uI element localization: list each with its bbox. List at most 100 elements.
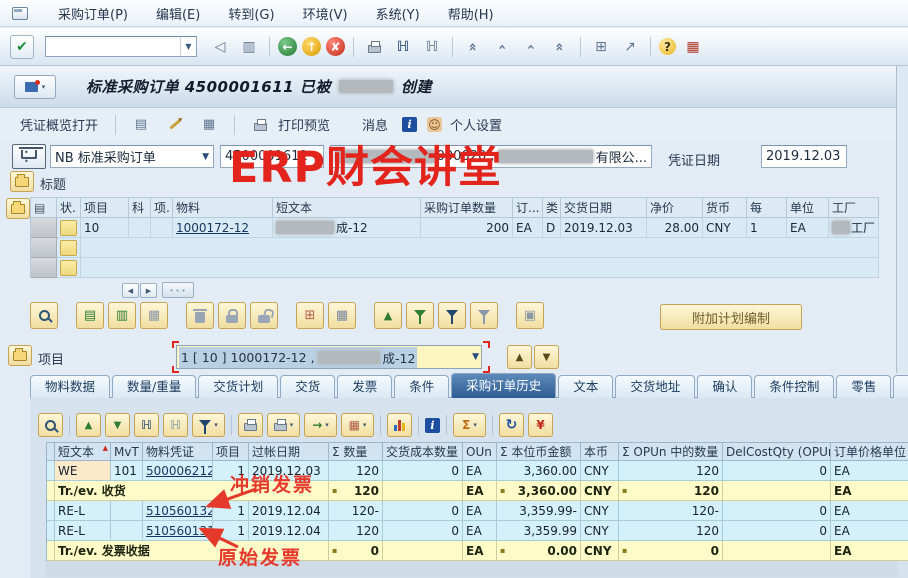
column-header[interactable]: 项.	[151, 197, 173, 218]
create-shortcut-button[interactable]: ↗	[618, 35, 642, 59]
previous-item-button[interactable]: ▲	[507, 345, 532, 369]
menu-help[interactable]: 帮助(H)	[448, 4, 494, 23]
status-icon[interactable]	[60, 240, 77, 256]
currency-button[interactable]: ¥	[528, 413, 553, 437]
choose-layout-button[interactable]: ▦▾	[341, 413, 374, 437]
column-header[interactable]: 类	[543, 197, 561, 218]
alv-column-header[interactable]: 本币	[581, 442, 619, 461]
tab-invoice[interactable]: 发票	[337, 375, 392, 398]
nav-back-button[interactable]: ←	[278, 37, 297, 56]
horizontal-scrollbar-thumb[interactable]: ∙∙∙	[162, 282, 194, 298]
services-button[interactable]: ▾	[14, 75, 56, 99]
cell-net-price[interactable]: 28.00	[647, 218, 703, 238]
cell-posting-date[interactable]: 2019.12.04	[249, 521, 329, 541]
cell-mvt[interactable]	[111, 501, 143, 521]
cell-item[interactable]: 10	[81, 218, 129, 238]
cell-del-cost-qty[interactable]: 0	[383, 461, 463, 481]
cell-short-text[interactable]: 成-12	[273, 218, 421, 238]
column-header[interactable]: 状.	[57, 197, 81, 218]
column-header[interactable]: 交货日期	[561, 197, 647, 218]
tab-spec[interactable]: Spec	[893, 375, 908, 398]
clipboard-button[interactable]: ▣	[516, 302, 544, 329]
menu-purchase-order[interactable]: 采购订单(P)	[58, 4, 128, 23]
graphic-button[interactable]	[387, 413, 412, 437]
customize-layout-button[interactable]: ▦	[681, 35, 705, 59]
item-doc2-button[interactable]: ▥	[108, 302, 136, 329]
menu-edit[interactable]: 编辑(E)	[156, 4, 200, 23]
other-document-button[interactable]: ▦	[197, 114, 221, 136]
cell-cat[interactable]: D	[543, 218, 561, 238]
save-button[interactable]: ▥	[237, 35, 261, 59]
help-button[interactable]: ?	[659, 38, 676, 55]
status-icon[interactable]	[60, 220, 77, 236]
tab-texts[interactable]: 文本	[558, 375, 613, 398]
tab-material-data[interactable]: 物料数据	[30, 375, 110, 398]
item-doc1-button[interactable]: ▤	[76, 302, 104, 329]
row-select-cell[interactable]	[31, 238, 57, 258]
cell-oun[interactable]: EA	[463, 461, 497, 481]
cell-material[interactable]: 1000172-12	[173, 218, 273, 238]
alv-column-header[interactable]: OUn	[463, 442, 497, 461]
additional-planning-button[interactable]: 附加计划编制	[660, 304, 802, 330]
cell-posting-date[interactable]: 2019.12.04	[249, 501, 329, 521]
menu-system[interactable]: 系统(Y)	[376, 4, 420, 23]
column-header[interactable]: 货币	[703, 197, 747, 218]
menu-goto[interactable]: 转到(G)	[228, 4, 274, 23]
tab-po-history[interactable]: 采购订单历史	[451, 373, 556, 398]
header-expand-button[interactable]	[10, 171, 34, 192]
column-header[interactable]: 订...	[513, 197, 543, 218]
column-header[interactable]: 每	[747, 197, 787, 218]
find-next-button[interactable]: ℍ	[420, 35, 444, 59]
alv-column-header[interactable]: 物料凭证	[143, 442, 213, 461]
order-type-select[interactable]: NB 标准采购订单 ▼	[50, 145, 214, 168]
tab-delivery-schedule[interactable]: 交货计划	[198, 375, 278, 398]
tab-confirmations[interactable]: 确认	[697, 375, 752, 398]
filter2-button[interactable]	[438, 302, 466, 329]
cell-oun[interactable]: EA	[463, 501, 497, 521]
subtotal-button[interactable]: Σ▾	[453, 413, 486, 437]
page-up-button[interactable]: ‹	[490, 35, 514, 59]
tab-retail[interactable]: 零售	[836, 375, 891, 398]
material-doc-link[interactable]: 5105601315	[146, 524, 213, 538]
status-cell[interactable]	[57, 238, 81, 258]
alv-column-header[interactable]: Σ 本位币金额	[497, 442, 581, 461]
lock-item-button[interactable]	[218, 302, 246, 329]
print-button[interactable]	[362, 35, 386, 59]
cell-opun-qty[interactable]: 120	[619, 461, 723, 481]
create-document-button[interactable]: ▤	[129, 114, 153, 136]
alv-details-button[interactable]	[38, 413, 63, 437]
material-doc-link[interactable]: 5000062124	[146, 464, 213, 478]
cell-amount[interactable]: 3,359.99	[497, 521, 581, 541]
window-menu-icon[interactable]	[12, 7, 28, 20]
status-cell[interactable]	[57, 258, 81, 278]
alv-column-header[interactable]: Σ OPUn 中的数量	[619, 442, 723, 461]
cell-del-cost-qty[interactable]: 0	[383, 501, 463, 521]
column-header[interactable]: 物料	[173, 197, 273, 218]
info-button[interactable]: i	[402, 117, 417, 132]
cell-oun[interactable]: EA	[463, 521, 497, 541]
alv-column-header[interactable]: 交货成本数量	[383, 442, 463, 461]
alv-column-header[interactable]: 过帐日期	[249, 442, 329, 461]
last-page-button[interactable]: »	[548, 35, 572, 59]
cell-delcost-opun[interactable]: 0	[723, 461, 831, 481]
cell-qty[interactable]: 120-	[329, 501, 383, 521]
tab-condition-control[interactable]: 条件控制	[754, 375, 834, 398]
column-header[interactable]: 单位	[787, 197, 829, 218]
column-header[interactable]: 采购订单数量	[421, 197, 513, 218]
next-item-button[interactable]: ▼	[534, 345, 559, 369]
alv-column-header[interactable]: DelCostQty (OPUn)	[723, 442, 831, 461]
row-select-cell[interactable]	[31, 218, 57, 238]
cell-short-text[interactable]: WE	[55, 461, 111, 481]
copy-item-button[interactable]: ⊞	[296, 302, 324, 329]
cell-acct[interactable]	[129, 218, 151, 238]
cell-mvt[interactable]: 101	[111, 461, 143, 481]
alv-column-header[interactable]: 项目	[213, 442, 249, 461]
item-combo-dropdown-icon[interactable]: ▼	[472, 352, 479, 362]
column-header[interactable]: 短文本	[273, 197, 421, 218]
cart-button[interactable]	[12, 144, 46, 169]
cell-delcost-opun[interactable]: 0	[723, 501, 831, 521]
menu-environment[interactable]: 环境(V)	[303, 4, 348, 23]
find-button[interactable]: ℍ	[391, 35, 415, 59]
table-settings-button[interactable]: ▦	[328, 302, 356, 329]
alv-print-preview-button[interactable]: ▾	[267, 413, 300, 437]
